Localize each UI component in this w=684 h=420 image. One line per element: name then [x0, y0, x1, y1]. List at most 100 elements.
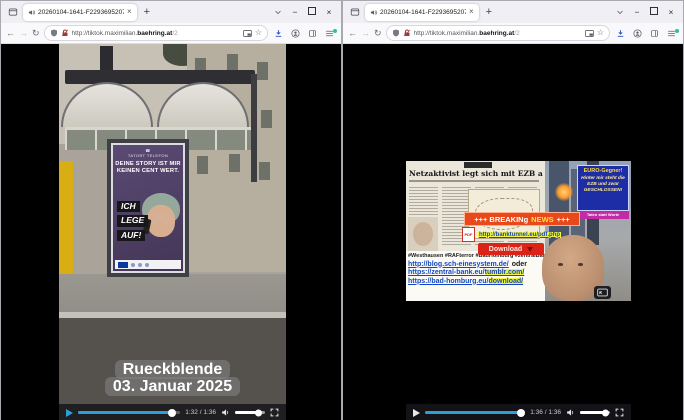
tracking-shield-icon[interactable] — [392, 29, 400, 37]
tab-bar: 20260104-1641-F2293695207773182 × + − × — [1, 1, 341, 23]
url-domain: baehring.at — [137, 30, 172, 37]
new-tab-button[interactable]: + — [140, 7, 154, 18]
tab[interactable]: 20260104-1641-F2293695207773182 × — [23, 4, 137, 21]
audio-playing-icon[interactable] — [370, 9, 377, 16]
volume-icon[interactable] — [221, 408, 230, 417]
close-window-button[interactable]: × — [322, 8, 336, 17]
shelter-roof — [65, 70, 255, 84]
account-icon[interactable] — [289, 29, 302, 38]
pip-url-icon[interactable] — [585, 30, 594, 37]
play-button[interactable] — [413, 409, 420, 417]
progress-bar[interactable] — [78, 411, 180, 414]
video-player-busstop[interactable]: ☎TATORT TELEFON DEINE STORY IST MIR KEIN… — [59, 44, 286, 420]
url-path: /2 — [514, 30, 519, 37]
euro-box-body: Hinter mir steht die EZB und zwar GESCHL… — [579, 176, 627, 195]
new-tab-button[interactable]: + — [482, 7, 496, 18]
insecure-lock-icon[interactable] — [403, 29, 411, 37]
volume-thumb[interactable] — [255, 409, 262, 416]
slogan-chip: LEGE — [117, 215, 148, 226]
picture-in-picture-toggle[interactable] — [594, 286, 611, 299]
link-suffix: oder — [512, 261, 527, 268]
logo-dot — [138, 263, 142, 267]
browser-window-right: 20260104-1641-F2293695207773182 × + − × … — [342, 0, 684, 420]
reload-button[interactable]: ↻ — [374, 29, 382, 38]
tab-close-icon[interactable]: × — [127, 8, 132, 16]
breaking-news-banner: +++ BREAKINg NEWS +++ — [464, 212, 580, 226]
link-line: https://zentral-bank.eu/tumblr.com/ — [408, 269, 543, 276]
tab-list-chevron-icon[interactable] — [613, 8, 627, 16]
browser-view-icon[interactable] — [348, 7, 362, 17]
newspaper-photo — [408, 217, 438, 251]
download-button[interactable]: Download — [478, 243, 544, 255]
logo-dot — [145, 263, 149, 267]
volume-slider[interactable] — [580, 411, 610, 414]
menu-hamburger-icon[interactable] — [665, 29, 678, 38]
fullscreen-button[interactable] — [615, 408, 624, 417]
url-bar[interactable]: http://tiktok.maximilian.baehring.at/2 ☆ — [44, 25, 268, 41]
account-icon[interactable] — [631, 29, 644, 38]
back-button[interactable]: ← — [348, 29, 357, 38]
blog-link[interactable]: http://blog.sch-einesystem.de/ — [408, 261, 509, 268]
fullscreen-button[interactable] — [270, 408, 279, 417]
newspaper-headline: Netzaktivist legt sich mit EZB an — [409, 169, 543, 178]
minimize-button[interactable]: − — [288, 8, 302, 17]
pdf-row: PDF http://banktunnel.eu/pdf.php — [462, 227, 561, 242]
progress-thumb[interactable] — [517, 409, 525, 417]
url-bar[interactable]: http://tiktok.maximilian.baehring.at/2 ☆ — [386, 25, 610, 41]
progress-bar[interactable] — [425, 411, 525, 414]
tracking-shield-icon[interactable] — [50, 29, 58, 37]
zentralbank-link-highlight[interactable]: tumblr.com/ — [485, 269, 525, 276]
play-button[interactable] — [66, 409, 73, 417]
menu-hamburger-icon[interactable] — [323, 29, 336, 38]
minimize-button[interactable]: − — [630, 8, 644, 17]
tab-title: 20260104-1641-F2293695207773182 — [380, 9, 466, 16]
shelter-post — [251, 74, 257, 182]
euro-box-title: EURO-Gegner! — [579, 168, 627, 174]
progress-fill — [78, 411, 173, 414]
badhomburg-link-highlight[interactable]: download/ — [489, 278, 524, 285]
banner-news-word: NEWS — [531, 215, 554, 224]
badhomburg-link[interactable]: https://bad-homburg.eu/ — [408, 278, 489, 285]
volume-thumb[interactable] — [602, 409, 609, 416]
video-controls: 1:32 / 1:36 — [59, 404, 286, 420]
insecure-lock-icon[interactable] — [61, 29, 69, 37]
downloads-icon[interactable] — [614, 29, 627, 38]
reload-button[interactable]: ↻ — [32, 29, 40, 38]
back-button[interactable]: ← — [6, 29, 15, 38]
pip-url-icon[interactable] — [243, 30, 252, 37]
tab[interactable]: 20260104-1641-F2293695207773182 × — [365, 4, 479, 21]
forward-button[interactable]: → — [361, 29, 370, 38]
tab-list-chevron-icon[interactable] — [271, 8, 285, 16]
maximize-button[interactable] — [647, 7, 661, 17]
sidebar-icon[interactable] — [648, 29, 661, 38]
poster-footer-logos — [115, 260, 181, 269]
zentralbank-link[interactable]: https://zentral-bank.eu/ — [408, 269, 485, 276]
close-window-button[interactable]: × — [664, 8, 678, 17]
downloads-icon[interactable] — [272, 29, 285, 38]
browser-view-icon[interactable] — [6, 7, 20, 17]
video-caption: Rueckblende 03. Januar 2025 — [59, 360, 286, 396]
audio-playing-icon[interactable] — [28, 9, 35, 16]
euro-box-strip: Taten statt Worte — [577, 211, 629, 219]
volume-slider[interactable] — [235, 411, 265, 414]
tab-close-icon[interactable]: × — [469, 8, 474, 16]
volume-icon[interactable] — [566, 408, 575, 417]
navigation-toolbar: ← → ↻ http://tiktok.maximilian.baehring.… — [343, 23, 683, 44]
chimney — [100, 46, 113, 72]
slogan-chip: ICH — [117, 201, 140, 212]
url-domain: baehring.at — [479, 30, 514, 37]
eu-flag-icon — [118, 262, 128, 268]
menu-notification-dot — [675, 29, 679, 33]
sidebar-icon[interactable] — [306, 29, 319, 38]
video-frame: Netzaktivist legt sich mit EZB an #Westh… — [406, 161, 631, 301]
video-player-news[interactable]: Netzaktivist legt sich mit EZB an #Westh… — [406, 44, 631, 420]
maximize-button[interactable] — [305, 7, 319, 17]
navigation-toolbar: ← → ↻ http://tiktok.maximilian.baehring.… — [1, 23, 341, 44]
yellow-panel — [59, 161, 73, 291]
link-line: http://blog.sch-einesystem.de/oder — [408, 261, 543, 268]
progress-thumb[interactable] — [168, 409, 176, 417]
bookmark-star-icon[interactable]: ☆ — [255, 29, 262, 37]
bookmark-star-icon[interactable]: ☆ — [597, 29, 604, 37]
forward-button[interactable]: → — [19, 29, 28, 38]
banktunnel-pdf-link[interactable]: http://banktunnel.eu/pdf.php — [478, 232, 561, 238]
